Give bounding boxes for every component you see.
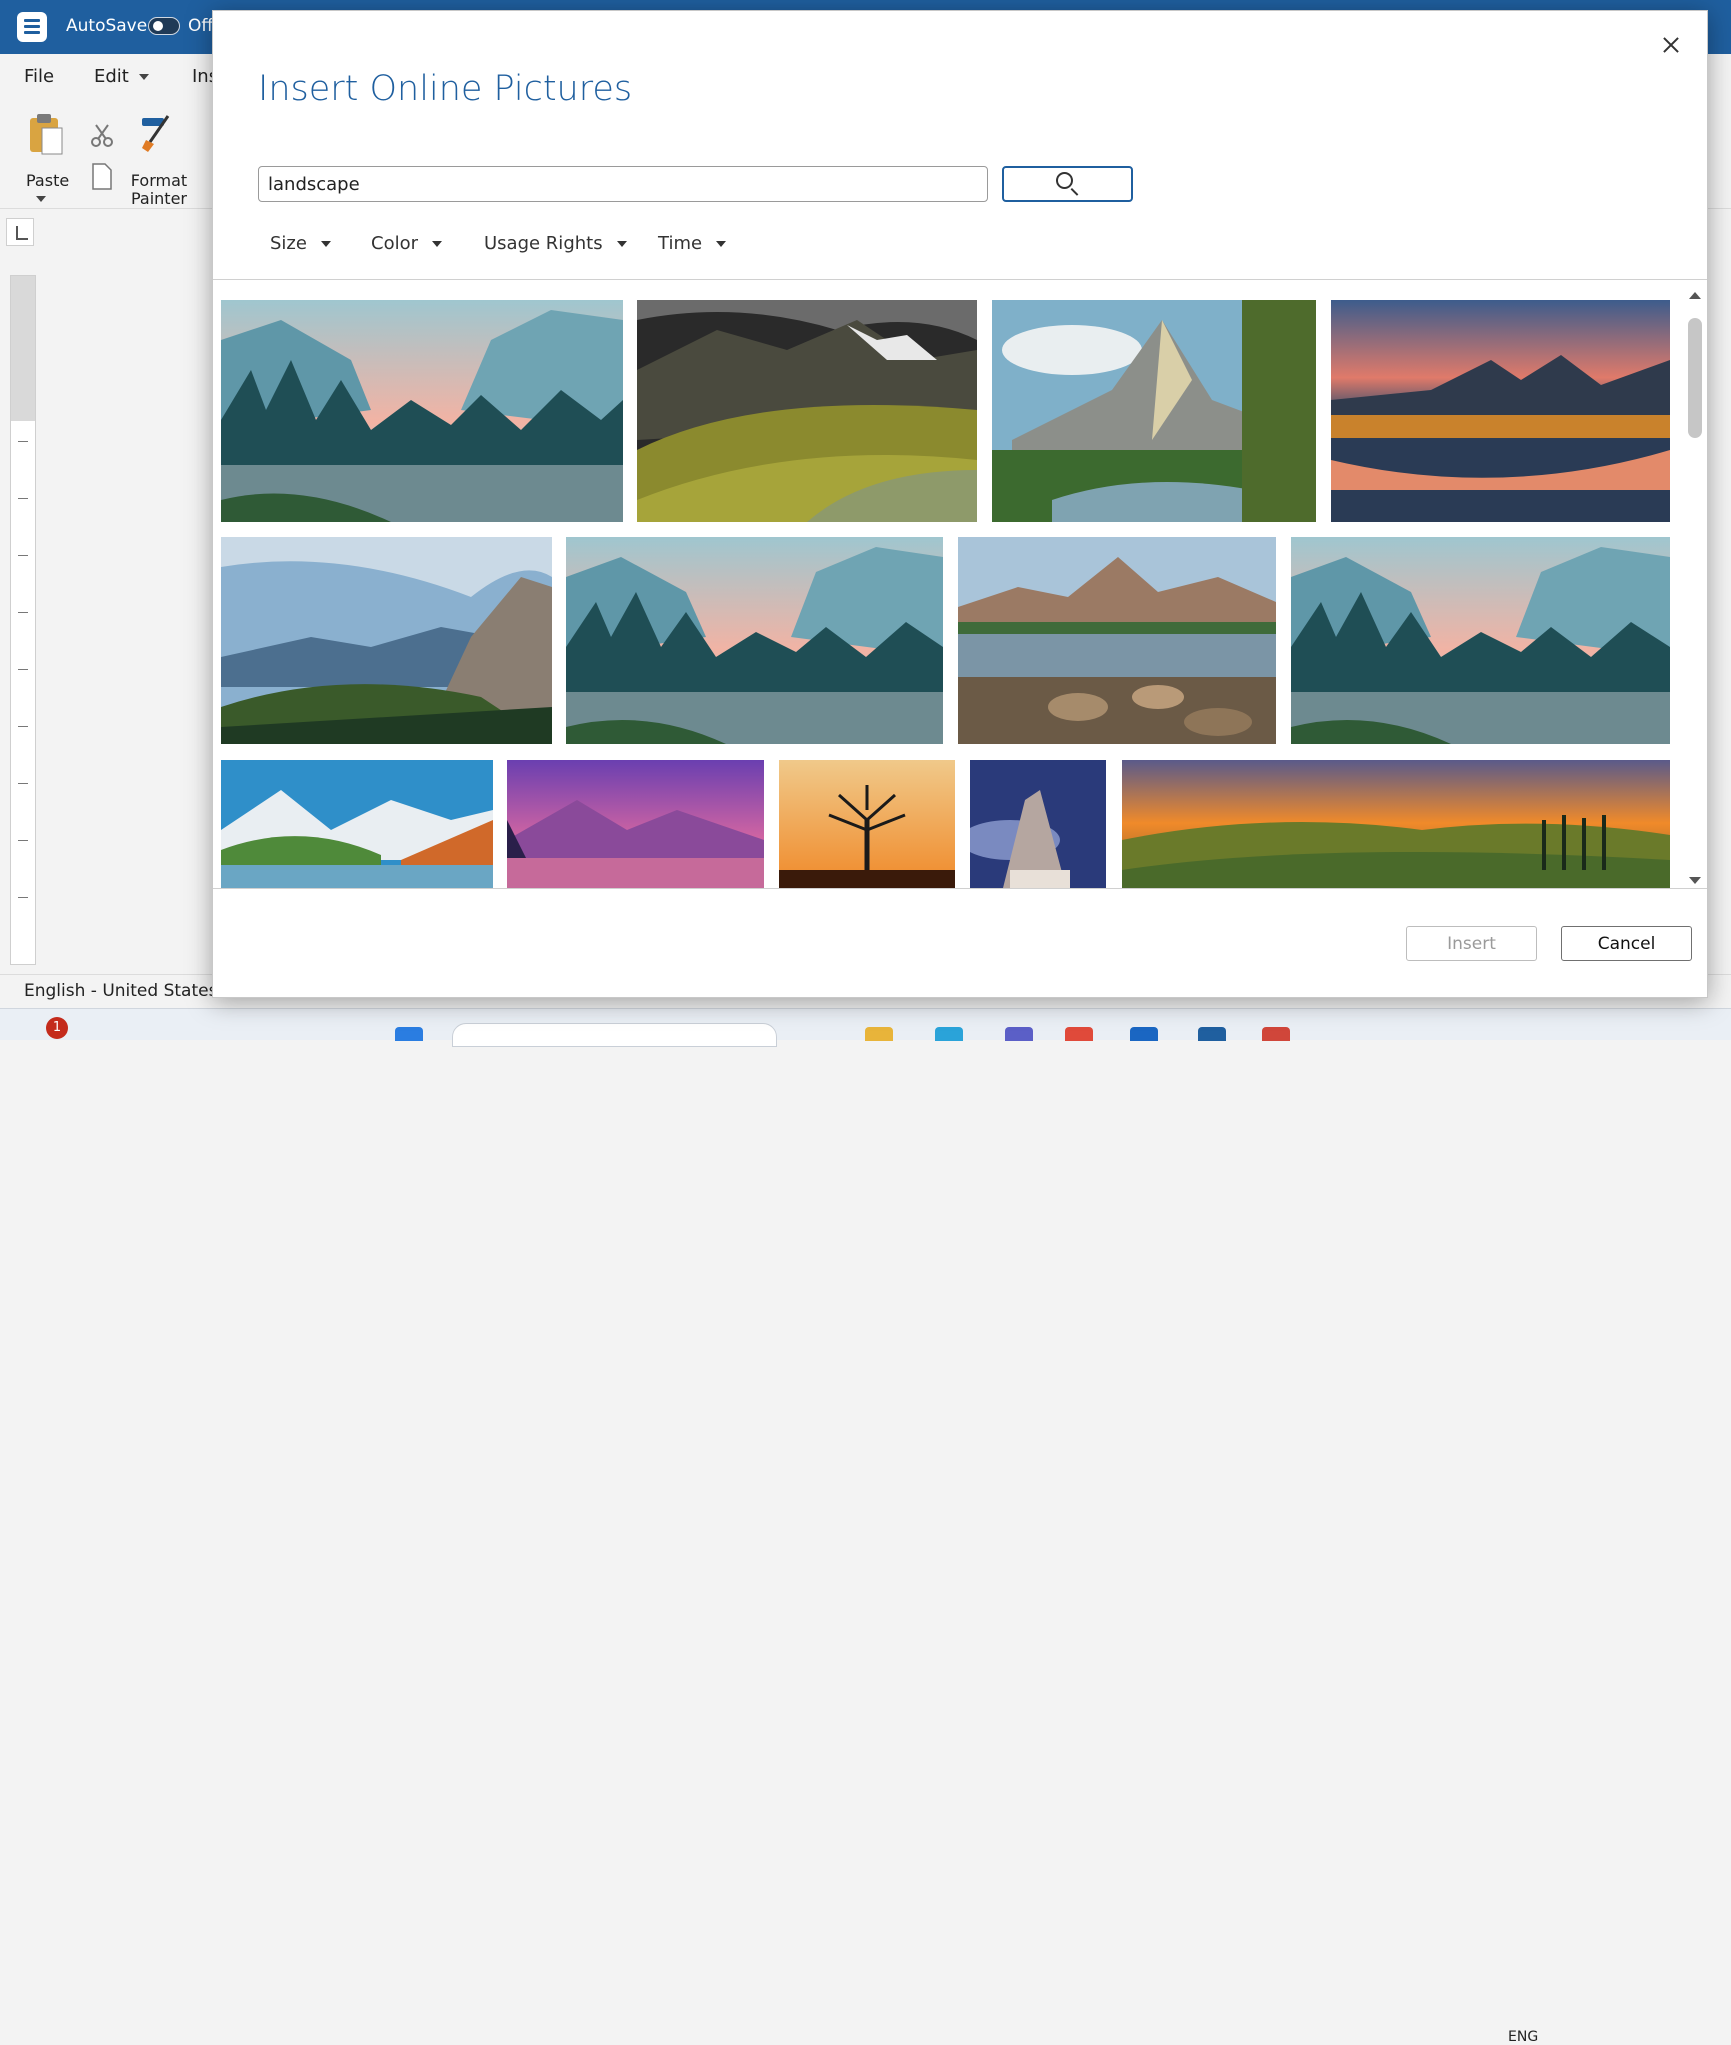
image-icon bbox=[221, 300, 623, 522]
status-language[interactable]: English - United States bbox=[24, 981, 217, 1001]
format-painter-button[interactable]: Format Painter bbox=[126, 110, 192, 208]
menu-edit-label: Edit bbox=[94, 66, 129, 87]
result-thumbnail[interactable] bbox=[566, 537, 943, 744]
autosave-label: AutoSave bbox=[66, 16, 148, 36]
result-thumbnail[interactable] bbox=[637, 300, 977, 522]
scrollbar-thumb[interactable] bbox=[1688, 318, 1702, 438]
image-icon bbox=[1291, 537, 1670, 744]
tab-stop-selector[interactable] bbox=[6, 218, 34, 246]
result-thumbnail[interactable] bbox=[507, 760, 764, 888]
format-painter-label: Format Painter bbox=[130, 171, 188, 208]
header-divider bbox=[213, 279, 1707, 280]
results-grid bbox=[213, 288, 1679, 888]
ruler-tick bbox=[18, 783, 28, 784]
image-icon bbox=[566, 537, 943, 744]
result-thumbnail[interactable] bbox=[1122, 760, 1670, 888]
app-menu-icon[interactable] bbox=[17, 12, 47, 42]
ruler-tick bbox=[18, 441, 28, 442]
image-icon bbox=[637, 300, 977, 522]
paintbrush-icon bbox=[142, 115, 170, 152]
result-thumbnail[interactable] bbox=[970, 760, 1106, 888]
filter-usage-rights[interactable]: Usage Rights bbox=[484, 233, 627, 254]
taskbar: ENG bbox=[0, 1008, 1731, 2045]
image-icon bbox=[970, 760, 1106, 888]
filter-time[interactable]: Time bbox=[658, 233, 727, 254]
paste-label: Paste bbox=[26, 171, 70, 190]
cancel-button[interactable]: Cancel bbox=[1561, 926, 1692, 961]
filter-usage-rights-label: Usage Rights bbox=[484, 233, 603, 254]
result-thumbnail[interactable] bbox=[221, 537, 552, 744]
paste-button[interactable]: Paste bbox=[18, 110, 74, 202]
autosave-toggle[interactable] bbox=[148, 17, 180, 35]
image-icon bbox=[221, 537, 552, 744]
footer-divider bbox=[213, 888, 1707, 889]
filter-time-label: Time bbox=[658, 233, 703, 254]
insert-online-pictures-dialog: Insert Online Pictures Size Color Usage … bbox=[212, 10, 1708, 998]
search-input[interactable] bbox=[258, 166, 988, 202]
notification-badge: 1 bbox=[46, 1017, 68, 1039]
tab-stop-icon bbox=[16, 226, 28, 240]
insert-button[interactable]: Insert bbox=[1406, 926, 1537, 961]
chevron-down-icon bbox=[716, 241, 727, 247]
close-icon[interactable] bbox=[1653, 27, 1689, 63]
image-icon bbox=[221, 760, 493, 888]
result-thumbnail[interactable] bbox=[221, 300, 623, 522]
image-icon bbox=[779, 760, 955, 888]
ruler-tick bbox=[18, 555, 28, 556]
vertical-ruler bbox=[10, 275, 36, 965]
ruler-margin-shade bbox=[11, 276, 35, 421]
ruler-tick bbox=[18, 726, 28, 727]
scissors-icon[interactable] bbox=[89, 122, 115, 148]
input-language[interactable]: ENG bbox=[1508, 2029, 1538, 2045]
image-icon bbox=[1331, 300, 1670, 522]
dialog-title: Insert Online Pictures bbox=[258, 69, 633, 109]
ruler-tick bbox=[18, 669, 28, 670]
ruler-tick bbox=[18, 612, 28, 613]
filter-color-label: Color bbox=[371, 233, 418, 254]
chevron-down-icon bbox=[36, 196, 46, 202]
chevron-down-icon bbox=[138, 74, 149, 80]
ruler-tick bbox=[18, 840, 28, 841]
chevron-down-icon bbox=[432, 241, 442, 247]
result-thumbnail[interactable] bbox=[221, 760, 493, 888]
autosave-state: Off bbox=[188, 16, 214, 36]
result-thumbnail[interactable] bbox=[1331, 300, 1670, 522]
image-icon bbox=[992, 300, 1316, 522]
result-thumbnail[interactable] bbox=[992, 300, 1316, 522]
menu-edit[interactable]: Edit bbox=[94, 66, 149, 87]
results-scrollbar[interactable] bbox=[1681, 288, 1707, 888]
taskbar-search[interactable] bbox=[452, 1023, 777, 1047]
result-thumbnail[interactable] bbox=[1291, 537, 1670, 744]
chevron-down-icon bbox=[320, 241, 331, 247]
image-icon bbox=[507, 760, 764, 888]
image-icon bbox=[1122, 760, 1670, 888]
ruler-tick bbox=[18, 897, 28, 898]
clipboard-icon bbox=[30, 114, 63, 155]
copy-icon[interactable] bbox=[89, 162, 115, 192]
filter-size-label: Size bbox=[270, 233, 307, 254]
search-icon bbox=[1056, 172, 1073, 189]
image-icon bbox=[958, 537, 1276, 744]
filter-color[interactable]: Color bbox=[371, 233, 442, 254]
menu-file[interactable]: File bbox=[24, 66, 54, 87]
ruler-tick bbox=[18, 498, 28, 499]
scroll-down-icon[interactable] bbox=[1689, 877, 1701, 884]
filter-size[interactable]: Size bbox=[270, 233, 331, 254]
chevron-down-icon bbox=[616, 241, 627, 247]
search-button[interactable] bbox=[1002, 166, 1133, 202]
result-thumbnail[interactable] bbox=[779, 760, 955, 888]
result-thumbnail[interactable] bbox=[958, 537, 1276, 744]
scroll-up-icon[interactable] bbox=[1689, 292, 1701, 299]
